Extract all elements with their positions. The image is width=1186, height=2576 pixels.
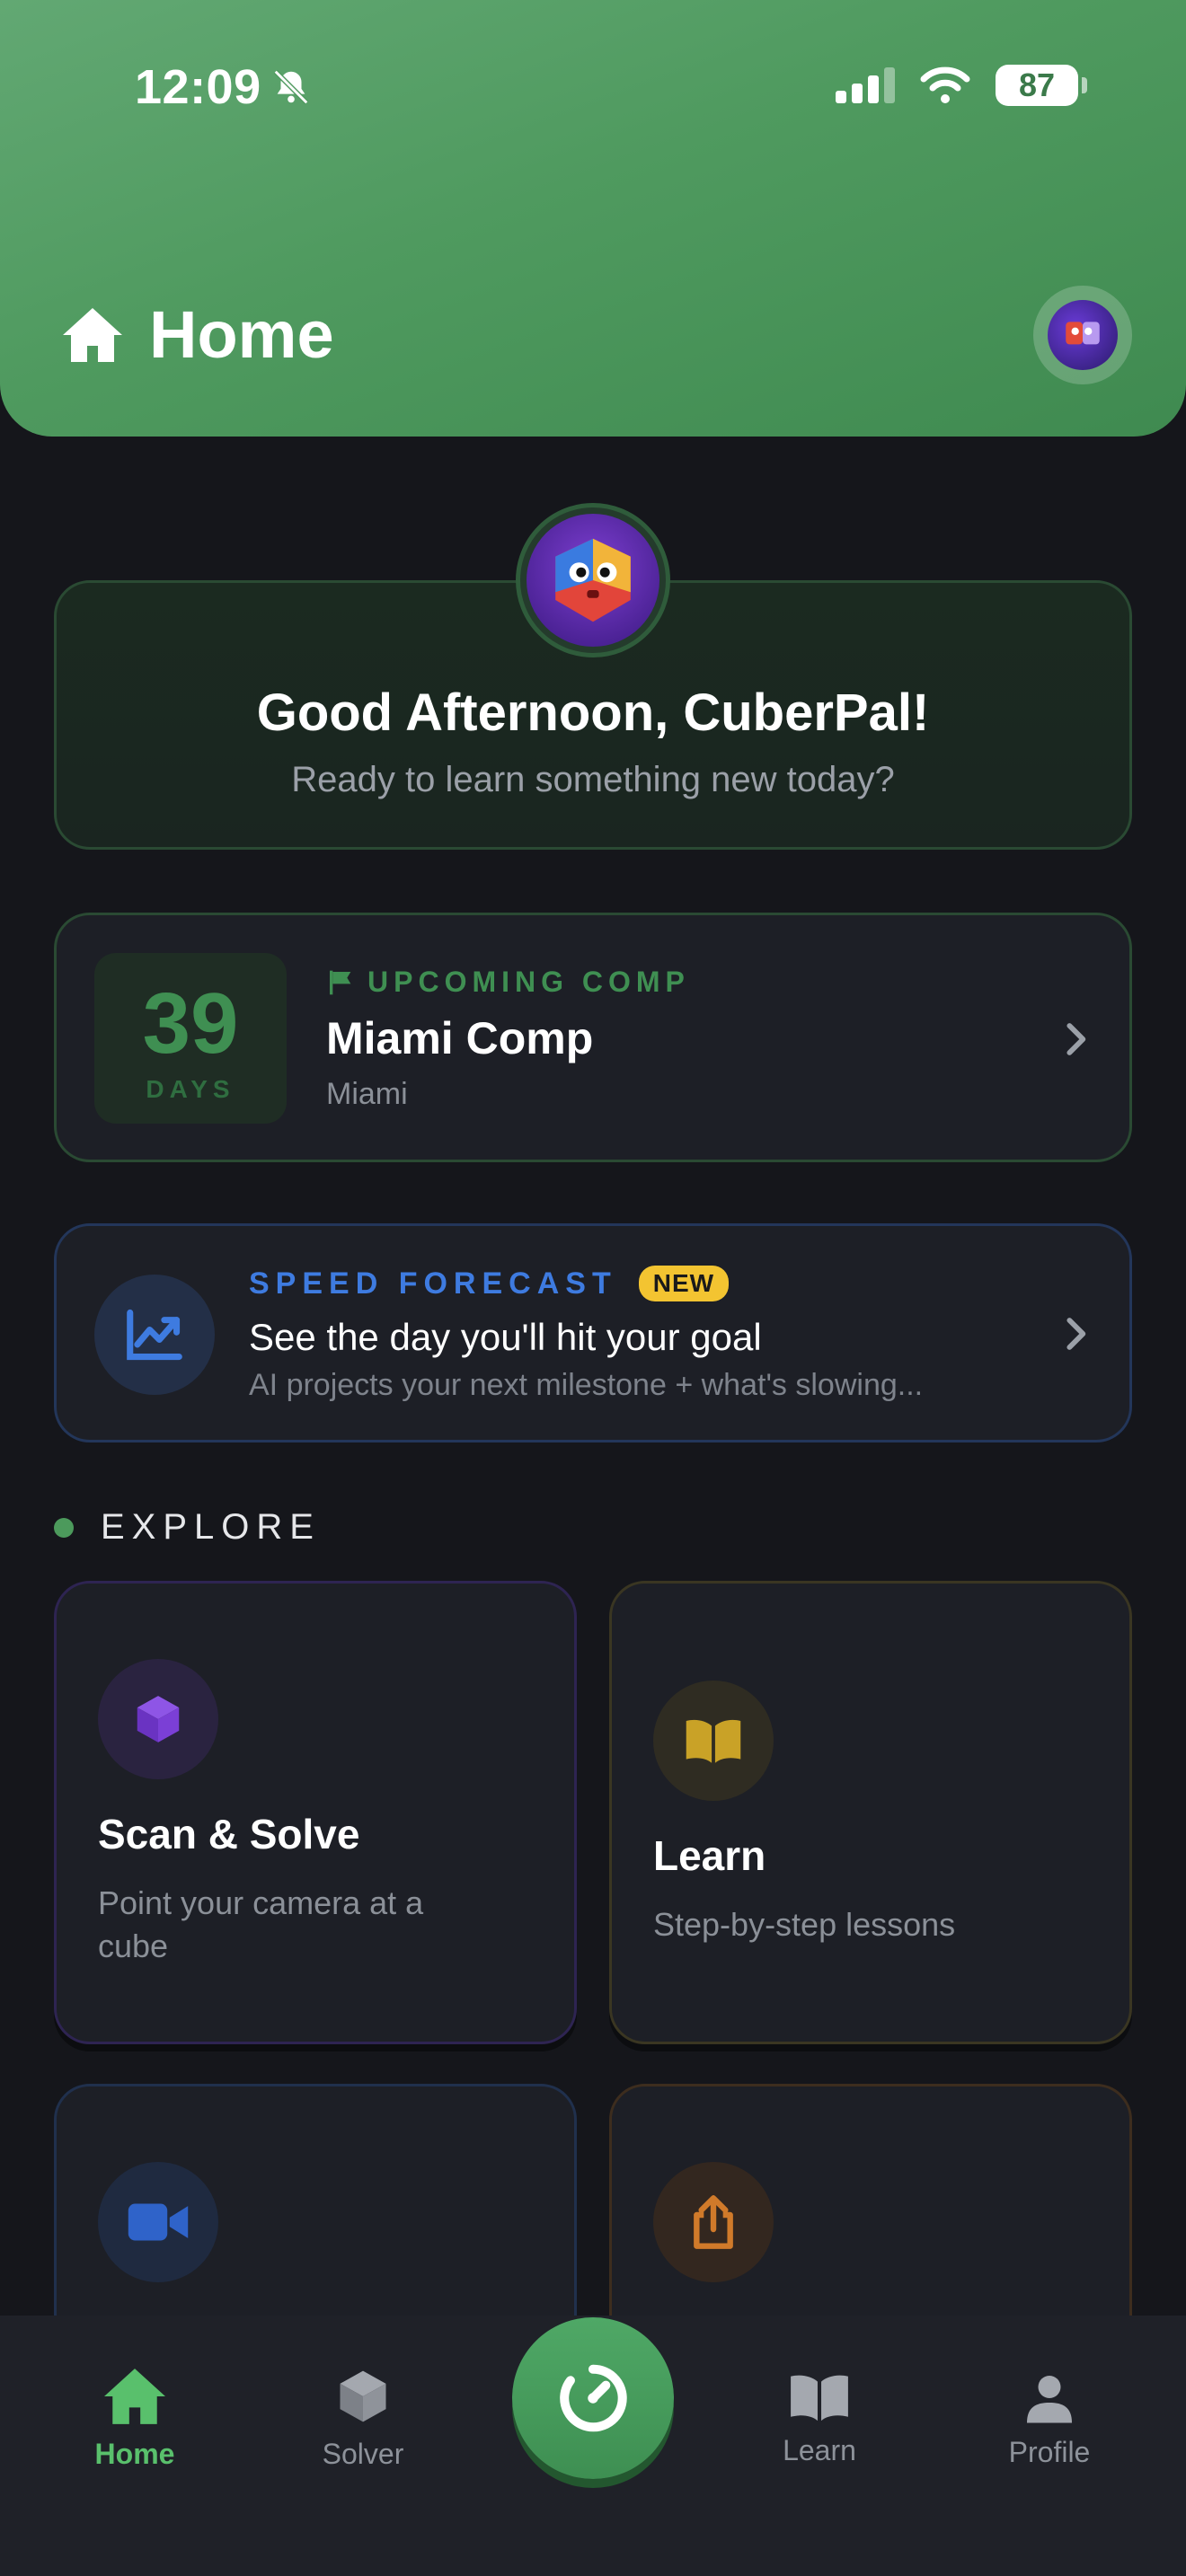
section-dot	[54, 1517, 74, 1538]
forecast-subtitle: AI projects your next milestone + what's…	[249, 1368, 924, 1402]
tab-solver[interactable]: Solver	[273, 2366, 453, 2471]
cube-mascot-icon	[555, 538, 631, 622]
page-title: Home	[59, 296, 334, 373]
comp-tag-text: UPCOMING COMP	[367, 966, 690, 998]
days-countdown: 39 DAYS	[94, 953, 287, 1124]
flag-icon	[330, 970, 351, 994]
tile-icon-badge	[98, 2162, 218, 2282]
header: 12:09 87 Home	[0, 0, 1186, 437]
timer-icon	[560, 2364, 627, 2432]
cellular-signal-icon	[836, 67, 895, 103]
cube-icon	[137, 1696, 180, 1742]
status-time: 12:09	[135, 59, 312, 115]
comp-name: Miami Comp	[326, 1013, 594, 1063]
tab-home[interactable]: Home	[45, 2366, 225, 2471]
tile-icon-badge	[653, 1681, 774, 1801]
tile-title: Learn	[653, 1832, 766, 1879]
tile-subtitle: Step-by-step lessons	[653, 1906, 956, 1943]
cube-icon	[340, 2370, 386, 2422]
tile-subtitle: Point your camera at a cube	[98, 1884, 424, 1964]
chevron-right-icon	[1067, 1023, 1086, 1055]
status-icons: 87	[836, 65, 1087, 106]
greeting-title: Good Afternoon, CuberPal!	[256, 684, 930, 742]
comp-location: Miami	[326, 1077, 408, 1111]
tab-label: Home	[94, 2438, 175, 2470]
tile-title: Scan & Solve	[98, 1811, 360, 1857]
comp-tag: UPCOMING COMP	[326, 966, 690, 999]
battery-level: 87	[1018, 66, 1056, 103]
tab-label: Solver	[322, 2438, 404, 2470]
avatar-image	[1048, 300, 1118, 370]
tile-icon-badge	[653, 2162, 774, 2282]
share-icon	[694, 2195, 733, 2249]
tile-scan-solve[interactable]: Scan & Solve Point your camera at a cube	[54, 1581, 577, 2044]
timer-button[interactable]	[512, 2317, 674, 2479]
trend-chart-icon	[127, 1309, 182, 1361]
home-icon	[63, 307, 122, 362]
book-icon	[686, 1719, 741, 1763]
days-label: DAYS	[146, 1075, 235, 1103]
person-icon	[1027, 2376, 1072, 2423]
home-icon	[104, 2369, 165, 2424]
mascot-avatar	[516, 503, 670, 657]
forecast-tag-text: SPEED FORECAST	[249, 1266, 617, 1301]
explore-section-header: EXPLORE	[54, 1507, 321, 1548]
chevron-right-icon	[1067, 1318, 1086, 1350]
upcoming-comp-card[interactable]: 39 DAYS UPCOMING COMP Miami Comp Miami	[54, 913, 1132, 1162]
tile-learn[interactable]: Learn Step-by-step lessons	[609, 1581, 1132, 2044]
speed-forecast-card[interactable]: SPEED FORECAST NEW See the day you'll hi…	[54, 1223, 1132, 1442]
forecast-icon-badge	[94, 1275, 215, 1395]
bell-muted-icon	[273, 69, 308, 105]
video-icon	[128, 2203, 189, 2241]
time-text: 12:09	[135, 60, 261, 114]
battery-indicator: 87	[996, 65, 1087, 106]
forecast-title: See the day you'll hit your goal	[249, 1316, 762, 1358]
mascot-icon	[1066, 322, 1100, 345]
tab-label: Learn	[783, 2434, 856, 2466]
days-count: 39	[142, 975, 239, 1072]
page-title-text: Home	[149, 297, 334, 372]
tile-icon-badge	[98, 1659, 218, 1779]
tab-profile[interactable]: Profile	[960, 2371, 1139, 2469]
forecast-tag: SPEED FORECAST NEW	[249, 1266, 730, 1301]
wifi-icon	[920, 66, 970, 103]
book-icon	[791, 2375, 848, 2422]
new-badge: NEW	[638, 1266, 730, 1301]
profile-avatar[interactable]	[1033, 286, 1132, 384]
tab-learn[interactable]: Learn	[730, 2371, 909, 2467]
greeting-subtitle: Ready to learn something new today?	[291, 760, 895, 799]
tab-label: Profile	[1008, 2436, 1091, 2468]
mascot-face	[527, 514, 659, 647]
explore-label: EXPLORE	[101, 1507, 321, 1547]
